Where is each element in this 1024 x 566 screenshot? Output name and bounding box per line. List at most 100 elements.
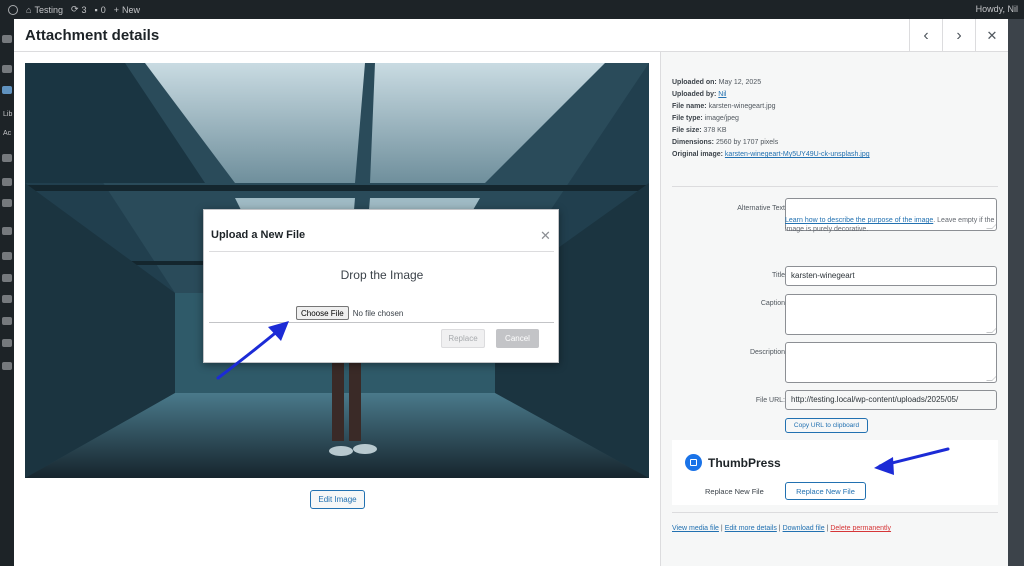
new-label: New <box>122 4 141 15</box>
file-type-label: File type: <box>672 115 703 122</box>
dimensions-label: Dimensions: <box>672 139 715 146</box>
close-icon: ✕ <box>986 27 998 43</box>
alt-text-help: Learn how to describe the purpose of the… <box>785 216 997 234</box>
attachment-details-modal: Attachment details ‹ › ✕ Edit Image Uplo… <box>14 19 1008 566</box>
description-label: Description <box>749 349 785 356</box>
tools-icon[interactable] <box>2 274 12 282</box>
admin-bar: ⌂ Testing ⟳ 3 ▪ 0 + New Howdy, Nil <box>0 0 1024 19</box>
file-name-label: File name: <box>672 103 707 110</box>
thumbpress-logo-icon <box>685 454 702 471</box>
original-image-label: Original image: <box>672 151 723 158</box>
file-type-value: image/jpeg <box>704 115 739 122</box>
attachment-details-panel: Uploaded on: May 12, 2025 Uploaded by: N… <box>660 52 1008 566</box>
description-field[interactable] <box>785 342 997 383</box>
drop-zone-text[interactable]: Drop the Image <box>204 268 560 282</box>
settings-icon-2[interactable] <box>2 339 12 347</box>
upload-new-file-dialog: Upload a New File ✕ Drop the Image Choos… <box>203 209 559 363</box>
media-icon[interactable] <box>2 86 12 94</box>
refresh-icon: ⟳ <box>70 4 79 14</box>
uploaded-by-label: Uploaded by: <box>672 91 717 98</box>
delete-permanently-link[interactable]: Delete permanently <box>830 525 891 532</box>
comments-icon[interactable] <box>2 178 12 186</box>
resize-handle-icon[interactable] <box>986 375 996 381</box>
wp-logo-item[interactable] <box>8 4 18 15</box>
file-url-label: File URL: <box>755 397 785 404</box>
comment-icon: ▪ <box>94 4 98 15</box>
collapse-icon[interactable] <box>2 362 12 370</box>
edit-image-button[interactable]: Edit Image <box>310 490 365 509</box>
uploaded-by-link[interactable]: Nil <box>718 91 726 98</box>
plugins-icon[interactable] <box>2 252 12 260</box>
cancel-button[interactable]: Cancel <box>496 329 539 348</box>
original-image-link[interactable]: karsten-winegeart-My5UY49U-ck-unsplash.j… <box>725 151 870 158</box>
replace-button[interactable]: Replace <box>441 329 485 348</box>
file-size-value: 378 KB <box>703 127 727 134</box>
replace-new-file-button[interactable]: Replace New File <box>785 482 866 500</box>
uploaded-on-row: Uploaded on: May 12, 2025 <box>672 77 870 89</box>
title-label: Title <box>772 272 785 279</box>
settings-icon[interactable] <box>2 317 12 325</box>
updates-item[interactable]: ⟳ 3 <box>71 4 87 15</box>
separator: | <box>778 525 781 532</box>
divider <box>672 512 998 513</box>
dashboard-icon[interactable] <box>2 35 12 43</box>
thumbpress-name: ThumbPress <box>708 456 781 470</box>
divider <box>209 251 554 252</box>
sidebar-add-label[interactable]: Ac <box>3 130 11 137</box>
view-media-file-link[interactable]: View media file <box>672 525 719 532</box>
dimensions-value: 2560 by 1707 pixels <box>715 139 779 146</box>
file-url-field[interactable]: http://testing.local/wp-content/uploads/… <box>785 390 997 410</box>
wordpress-icon <box>8 4 18 15</box>
posts-icon[interactable] <box>2 65 12 73</box>
home-icon: ⌂ <box>26 4 32 15</box>
alt-text-label: Alternative Text <box>737 205 785 212</box>
thumbpress-panel: ThumbPress Replace New File Replace New … <box>672 440 998 505</box>
file-metadata: Uploaded on: May 12, 2025 Uploaded by: N… <box>672 77 870 161</box>
edit-more-details-link[interactable]: Edit more details <box>725 525 777 532</box>
modal-header: Attachment details ‹ › ✕ <box>14 19 1008 52</box>
comments-item[interactable]: ▪ 0 <box>95 5 106 15</box>
upload-dialog-title: Upload a New File <box>211 229 306 241</box>
title-field[interactable]: karsten-winegeart <box>785 266 997 286</box>
divider <box>209 322 554 323</box>
feedback-icon[interactable] <box>2 199 12 207</box>
plus-icon: + <box>113 4 120 15</box>
close-icon: ✕ <box>540 228 551 243</box>
close-modal-button[interactable]: ✕ <box>975 19 1008 52</box>
alt-text-help-link[interactable]: Learn how to describe the purpose of the… <box>785 217 933 224</box>
next-attachment-button[interactable]: › <box>942 19 975 52</box>
resize-handle-icon[interactable] <box>986 327 996 333</box>
file-name-row: File name: karsten-winegeart.jpg <box>672 101 870 113</box>
previous-attachment-button[interactable]: ‹ <box>909 19 942 52</box>
new-content-item[interactable]: + New <box>114 5 140 15</box>
caption-field[interactable] <box>785 294 997 335</box>
comments-count: 0 <box>100 4 106 15</box>
users-icon[interactable] <box>2 295 12 303</box>
chevron-right-icon: › <box>956 26 962 44</box>
site-name: Testing <box>34 4 63 15</box>
sidebar-library-label[interactable]: Lib <box>3 111 12 118</box>
chevron-left-icon: ‹ <box>923 26 929 44</box>
caption-label: Caption <box>760 300 785 307</box>
site-name-item[interactable]: ⌂ Testing <box>26 5 63 15</box>
choose-file-button[interactable]: Choose File <box>296 306 349 320</box>
pages-icon[interactable] <box>2 154 12 162</box>
separator: | <box>720 525 723 532</box>
file-size-row: File size: 378 KB <box>672 125 870 137</box>
file-name-value: karsten-winegeart.jpg <box>708 103 776 110</box>
uploaded-by-row: Uploaded by: Nil <box>672 89 870 101</box>
admin-sidebar: Lib Ac <box>0 19 14 566</box>
appearance-icon[interactable] <box>2 227 12 235</box>
download-file-link[interactable]: Download file <box>783 525 825 532</box>
updates-count: 3 <box>81 4 87 15</box>
divider <box>672 186 998 187</box>
dimensions-row: Dimensions: 2560 by 1707 pixels <box>672 137 870 149</box>
separator: | <box>826 525 829 532</box>
copy-url-button[interactable]: Copy URL to clipboard <box>785 418 868 433</box>
file-input: Choose File No file chosen <box>296 306 403 320</box>
uploaded-on-label: Uploaded on: <box>672 79 717 86</box>
no-file-chosen-text: No file chosen <box>352 308 404 318</box>
upload-dialog-close-button[interactable]: ✕ <box>540 228 551 244</box>
file-size-label: File size: <box>672 127 702 134</box>
howdy-account[interactable]: Howdy, Nil <box>976 4 1018 14</box>
